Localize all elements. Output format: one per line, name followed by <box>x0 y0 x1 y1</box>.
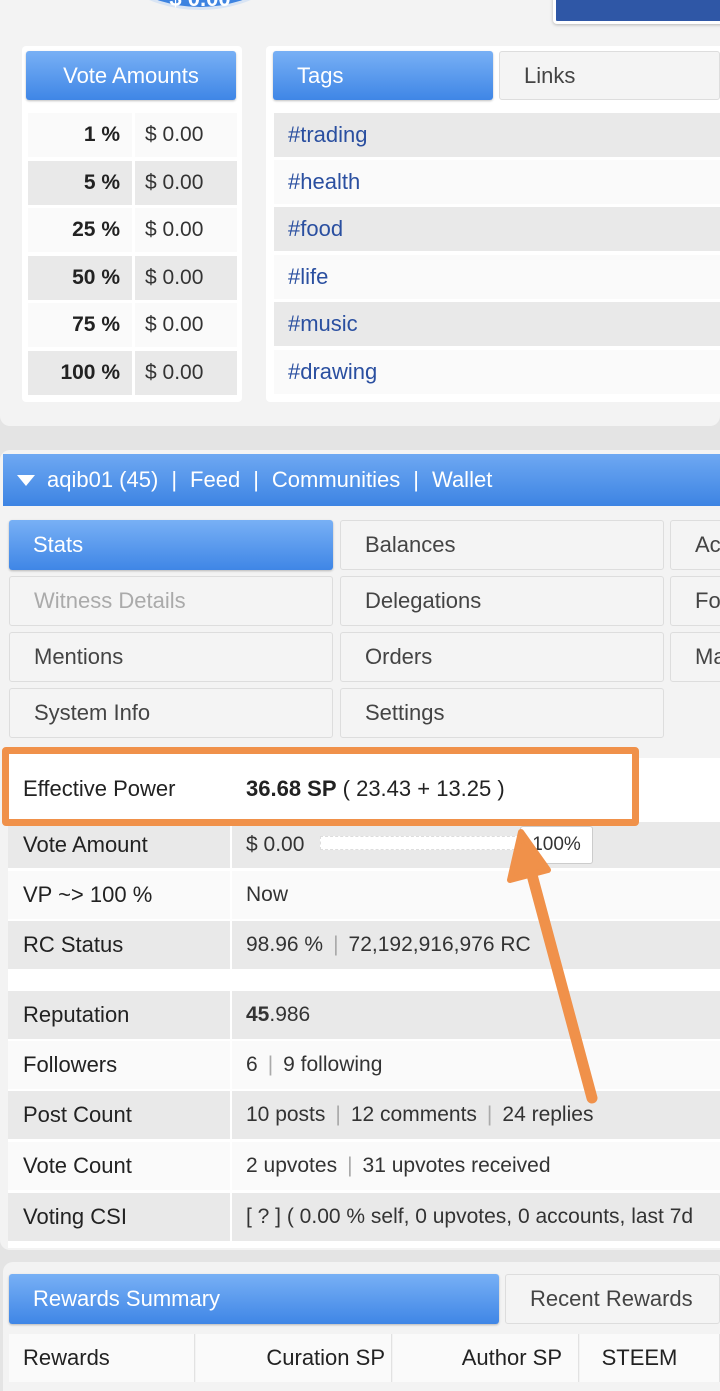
tab-recent-rewards[interactable]: Recent Rewards <box>505 1274 720 1324</box>
author-sp-col-header: Author SP <box>393 1334 579 1382</box>
steem-col-header: STEEM <box>580 1334 720 1382</box>
rewards-col-header: Rewards <box>9 1334 195 1382</box>
tab-rewards-summary[interactable]: Rewards Summary <box>9 1274 499 1324</box>
curation-sp-col-header: Curation SP <box>196 1334 392 1382</box>
annotation-arrow-icon <box>507 829 598 1104</box>
